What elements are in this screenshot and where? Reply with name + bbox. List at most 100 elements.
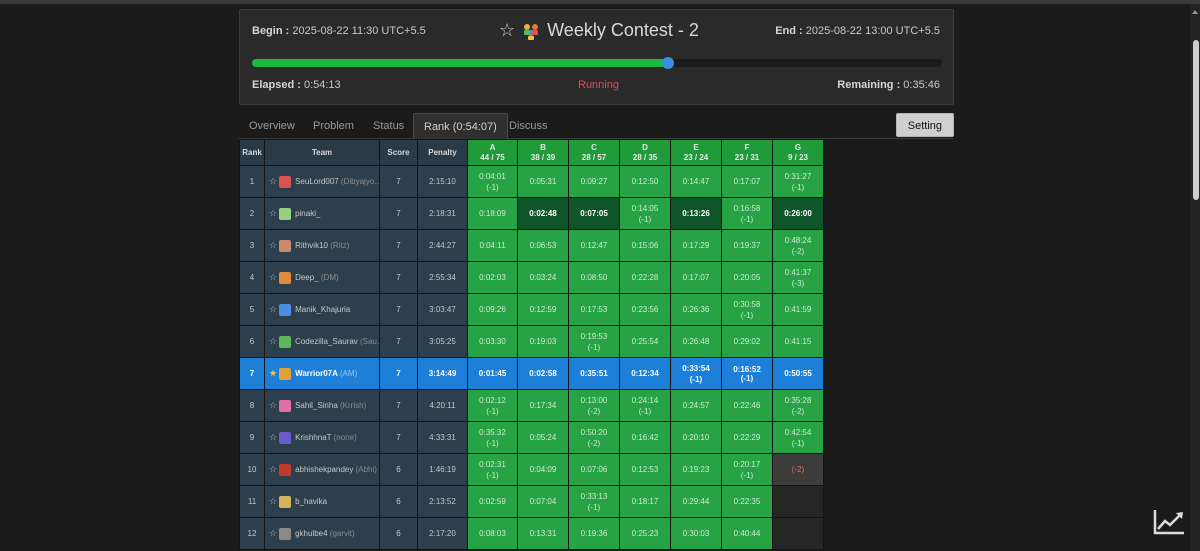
team-cell[interactable]: ☆ SeuLord007 (Dibyajyo… xyxy=(264,165,380,198)
problem-cell-c[interactable]: 0:19:53 (-1) xyxy=(568,325,620,358)
problem-cell-b[interactable]: 0:19:03 xyxy=(517,325,569,358)
table-row[interactable]: 10 ☆ abhishekpandey (Abhi) 6 1:46:19 0:02:31(… xyxy=(239,453,824,486)
team-name[interactable]: gkhulbe4 xyxy=(295,529,327,538)
problem-cell-e[interactable]: 0:19:23 xyxy=(670,453,722,486)
star-icon[interactable]: ☆ xyxy=(269,336,277,346)
header-problem-d[interactable]: D 28 / 35 xyxy=(619,139,671,166)
setting-button[interactable]: Setting xyxy=(895,113,954,137)
team-cell[interactable]: ☆ KrishhnaT (none) xyxy=(264,421,380,454)
problem-cell-e[interactable]: 0:14:47 xyxy=(670,165,722,198)
header-penalty[interactable]: Penalty xyxy=(417,139,468,166)
scroll-up-arrow-icon[interactable] xyxy=(1192,10,1198,14)
problem-cell-f[interactable]: 0:22:46 xyxy=(721,389,773,422)
problem-cell-d[interactable]: 0:23:56 xyxy=(619,293,671,326)
problem-cell-d[interactable]: 0:22:28 xyxy=(619,261,671,294)
problem-cell-g[interactable]: 0:35:28 (-2) xyxy=(772,389,824,422)
problem-cell-g[interactable] xyxy=(772,485,824,518)
problem-cell-d[interactable]: 0:16:42 xyxy=(619,421,671,454)
problem-cell-a[interactable]: 0:02:31 (-1) xyxy=(467,453,518,486)
problem-cell-g[interactable]: 0:41:37 (-3) xyxy=(772,261,824,294)
star-icon[interactable]: ★ xyxy=(269,368,277,378)
star-icon[interactable]: ☆ xyxy=(269,432,277,442)
problem-cell-a[interactable]: 0:35:32 (-1) xyxy=(467,421,518,454)
star-icon[interactable]: ☆ xyxy=(269,240,277,250)
problem-cell-b[interactable]: 0:02:58 xyxy=(517,357,569,390)
page-scrollbar[interactable] xyxy=(1190,4,1200,551)
table-row[interactable]: 5 ☆ Manik_Khajuria 7 3:03:47 0:09:26 0:12:59 0… xyxy=(239,293,824,326)
problem-cell-a[interactable]: 0:01:45 xyxy=(467,357,518,390)
problem-cell-g[interactable]: 0:42:54 (-1) xyxy=(772,421,824,454)
problem-cell-e[interactable]: 0:17:29 xyxy=(670,229,722,262)
problem-cell-f[interactable]: 0:17:07 xyxy=(721,165,773,198)
problem-cell-a[interactable]: 0:09:26 xyxy=(467,293,518,326)
header-problem-f[interactable]: F 23 / 31 xyxy=(721,139,773,166)
team-cell[interactable]: ★ Warrior07A (AM) xyxy=(264,357,380,390)
problem-cell-e[interactable]: 0:20:10 xyxy=(670,421,722,454)
problem-cell-b[interactable]: 0:05:31 xyxy=(517,165,569,198)
problem-cell-f[interactable]: 0:22:35 xyxy=(721,485,773,518)
problem-cell-a[interactable]: 0:03:30 xyxy=(467,325,518,358)
problem-cell-e[interactable]: 0:33:54 (-1) xyxy=(670,357,722,390)
team-cell[interactable]: ☆ Codezilla_Saurav (Sau… xyxy=(264,325,380,358)
team-name[interactable]: abhishekpandey xyxy=(295,465,353,474)
problem-cell-f[interactable]: 0:20:17 (-1) xyxy=(721,453,773,486)
table-row[interactable]: 1 ☆ SeuLord007 (Dibyajyo… 7 2:15:10 0:04:01 (-… xyxy=(239,165,824,198)
star-icon[interactable]: ☆ xyxy=(269,272,277,282)
problem-cell-f[interactable]: 0:30:58 (-1) xyxy=(721,293,773,326)
problem-cell-a[interactable]: 0:04:11 xyxy=(467,229,518,262)
table-row[interactable]: 4 ☆ Deep_ (DM) 7 2:55:34 0:02:03 0:03:24 0:08:5… xyxy=(239,261,824,294)
problem-cell-c[interactable]: 0:07:06 xyxy=(568,453,620,486)
header-problem-e[interactable]: E 23 / 24 xyxy=(670,139,722,166)
team-cell[interactable]: ☆ abhishekpandey (Abhi) xyxy=(264,453,380,486)
problem-cell-g[interactable]: 0:26:00 xyxy=(772,197,824,230)
problem-cell-d[interactable]: 0:24:14 (-1) xyxy=(619,389,671,422)
team-name[interactable]: b_havika xyxy=(295,497,327,506)
team-name[interactable]: Deep_ xyxy=(295,273,319,282)
team-name[interactable]: SeuLord007 xyxy=(295,177,339,186)
problem-cell-c[interactable]: 0:07:05 xyxy=(568,197,620,230)
problem-cell-d[interactable]: 0:25:54 xyxy=(619,325,671,358)
problem-cell-d[interactable]: 0:25:23 xyxy=(619,517,671,550)
problem-cell-c[interactable]: 0:12:47 xyxy=(568,229,620,262)
problem-cell-f[interactable]: 0:40:44 xyxy=(721,517,773,550)
problem-cell-f[interactable]: 0:20:05 xyxy=(721,261,773,294)
star-icon[interactable]: ☆ xyxy=(269,208,277,218)
star-icon[interactable]: ☆ xyxy=(269,400,277,410)
problem-cell-c[interactable]: 0:35:51 xyxy=(568,357,620,390)
table-row[interactable]: 9 ☆ KrishhnaT (none) 7 4:33:31 0:35:32 (-1) 0:0… xyxy=(239,421,824,454)
problem-cell-b[interactable]: 0:02:48 xyxy=(517,197,569,230)
table-row[interactable]: 7 ★ Warrior07A (AM) 7 3:14:49 0:01:45 0:02:58 0… xyxy=(239,357,824,390)
problem-cell-c[interactable]: 0:08:50 xyxy=(568,261,620,294)
problem-cell-b[interactable]: 0:12:59 xyxy=(517,293,569,326)
problem-cell-g[interactable]: 0:50:55 xyxy=(772,357,824,390)
problem-cell-f[interactable]: 0:22:29 xyxy=(721,421,773,454)
problem-cell-c[interactable]: 0:19:36 xyxy=(568,517,620,550)
problem-cell-b[interactable]: 0:13:31 xyxy=(517,517,569,550)
star-icon[interactable]: ☆ xyxy=(269,528,277,538)
problem-cell-d[interactable]: 0:12:50 xyxy=(619,165,671,198)
problem-cell-d[interactable]: 0:12:53 xyxy=(619,453,671,486)
team-cell[interactable]: ☆ Deep_ (DM) xyxy=(264,261,380,294)
problem-cell-a[interactable]: 0:18:09 xyxy=(467,197,518,230)
problem-cell-e[interactable]: 0:30:03 xyxy=(670,517,722,550)
star-icon[interactable]: ☆ xyxy=(269,464,277,474)
problem-cell-f[interactable]: 0:29:02 xyxy=(721,325,773,358)
problem-cell-e[interactable]: 0:24:57 xyxy=(670,389,722,422)
problem-cell-b[interactable]: 0:04:09 xyxy=(517,453,569,486)
header-score[interactable]: Score xyxy=(379,139,418,166)
problem-cell-c[interactable]: 0:33:13 (-1) xyxy=(568,485,620,518)
team-name[interactable]: Rithvik10 xyxy=(295,241,328,250)
problem-cell-b[interactable]: 0:17:34 xyxy=(517,389,569,422)
tab-rank[interactable]: Rank (0:54:07) xyxy=(413,113,508,139)
problem-cell-e[interactable]: 0:26:36 xyxy=(670,293,722,326)
team-name[interactable]: Manik_Khajuria xyxy=(295,305,350,314)
problem-cell-e[interactable]: 0:29:44 xyxy=(670,485,722,518)
team-cell[interactable]: ☆ Sahil_Sinha (Krrish) xyxy=(264,389,380,422)
problem-cell-b[interactable]: 0:03:24 xyxy=(517,261,569,294)
problem-cell-g[interactable]: (-2) xyxy=(772,453,824,486)
star-icon[interactable]: ☆ xyxy=(269,304,277,314)
problem-cell-g[interactable]: 0:48:24 (-2) xyxy=(772,229,824,262)
table-row[interactable]: 2 ☆ pinaki_ 7 2:18:31 0:18:09 0:02:48 0:07:05 0… xyxy=(239,197,824,230)
team-name[interactable]: KrishhnaT xyxy=(295,433,331,442)
problem-cell-e[interactable]: 0:26:48 xyxy=(670,325,722,358)
